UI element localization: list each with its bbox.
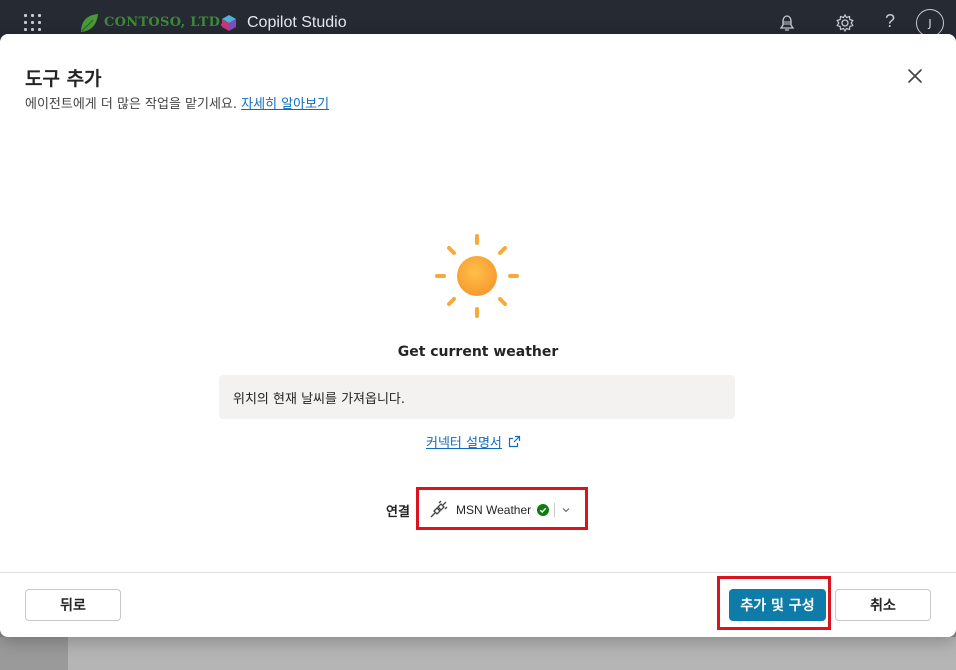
- settings-gear-icon[interactable]: [835, 13, 855, 33]
- help-icon[interactable]: ?: [885, 11, 895, 32]
- tool-description: 위치의 현재 날씨를 가져옵니다.: [219, 375, 735, 419]
- back-button[interactable]: 뒤로: [25, 589, 121, 621]
- tool-name: Get current weather: [397, 344, 559, 360]
- org-leaf-logo-icon: [81, 14, 98, 32]
- background-nav-strip: [0, 637, 69, 670]
- footer-divider: [0, 572, 956, 573]
- dialog-title: 도구 추가: [25, 68, 102, 90]
- dialog-subtitle: 에이전트에게 더 많은 작업을 맡기세요. 자세히 알아보기: [25, 93, 329, 112]
- user-avatar[interactable]: J: [916, 9, 944, 37]
- notifications-icon[interactable]: [777, 13, 797, 33]
- connection-name: MSN Weather: [456, 503, 532, 517]
- background-content-strip: [68, 637, 956, 670]
- connection-label: 연결: [386, 505, 410, 520]
- org-name: CONTOSO, LTD.: [104, 15, 225, 30]
- connection-dropdown[interactable]: MSN Weather: [424, 497, 574, 523]
- external-link-icon: [508, 435, 521, 448]
- connection-separator: [554, 503, 556, 517]
- copilot-studio-logo-icon: [222, 15, 236, 31]
- learn-more-link[interactable]: 자세히 알아보기: [241, 97, 329, 112]
- weather-sun-icon: [435, 234, 519, 318]
- add-tool-dialog: 도구 추가 에이전트에게 더 많은 작업을 맡기세요. 자세히 알아보기 Get…: [0, 34, 956, 637]
- add-and-configure-button[interactable]: 추가 및 구성: [729, 589, 826, 621]
- app-launcher-icon[interactable]: [24, 14, 42, 32]
- connector-doc-link[interactable]: 커넥터 설명서: [426, 432, 521, 451]
- cancel-button[interactable]: 취소: [835, 589, 931, 621]
- close-icon[interactable]: [903, 64, 927, 88]
- connector-doc-link-label: 커넥터 설명서: [426, 436, 502, 451]
- dialog-subtitle-text: 에이전트에게 더 많은 작업을 맡기세요.: [25, 97, 238, 112]
- product-name: Copilot Studio: [247, 14, 347, 31]
- chevron-down-icon: [562, 508, 570, 513]
- plug-connector-icon: [430, 500, 448, 518]
- connected-check-icon: [537, 504, 550, 516]
